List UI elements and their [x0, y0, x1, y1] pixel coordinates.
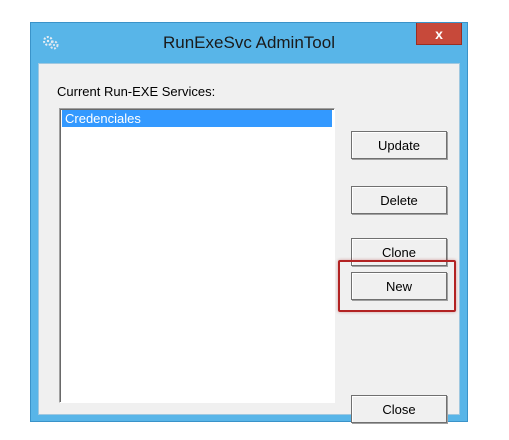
- window-title: RunExeSvc AdminTool: [163, 33, 335, 52]
- title-bar[interactable]: RunExeSvc AdminTool x: [31, 23, 467, 63]
- close-icon: x: [435, 25, 443, 42]
- close-window-button[interactable]: x: [416, 23, 462, 45]
- new-button[interactable]: New: [351, 272, 447, 300]
- list-item[interactable]: Credenciales: [62, 110, 332, 127]
- dialog-client-area: Current Run-EXE Services: Credenciales U…: [38, 63, 460, 423]
- update-button[interactable]: Update: [351, 131, 447, 159]
- services-listbox[interactable]: Credenciales: [59, 108, 335, 403]
- services-list-label: Current Run-EXE Services:: [57, 84, 216, 99]
- delete-button[interactable]: Delete: [351, 186, 447, 214]
- close-button[interactable]: Close: [351, 395, 447, 423]
- app-window: RunExeSvc AdminTool x Current Run-EXE Se…: [30, 22, 468, 423]
